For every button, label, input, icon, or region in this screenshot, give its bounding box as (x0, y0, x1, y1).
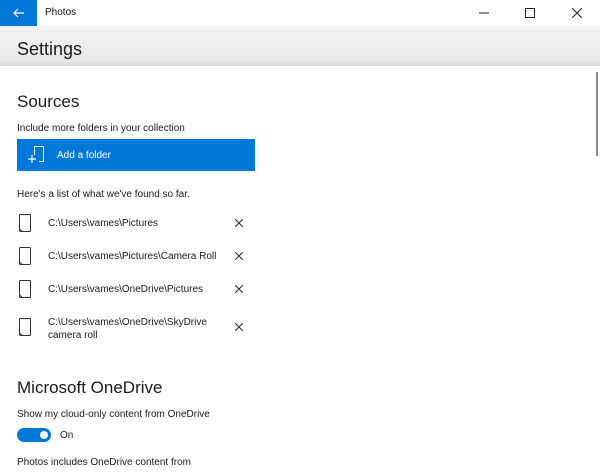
folder-item: C:\Users\vames\OneDrive\SkyDrive camera … (17, 315, 257, 345)
add-folder-label: Add a folder (57, 150, 111, 161)
page-title: Settings (17, 39, 83, 59)
arrow-left-icon (12, 8, 24, 18)
remove-folder-button[interactable] (233, 283, 245, 295)
onedrive-includes-text: Photos includes OneDrive content from (17, 457, 191, 468)
folder-icon (19, 247, 31, 265)
found-list-text: Here's a list of what we've found so far… (17, 189, 190, 200)
onedrive-heading: Microsoft OneDrive (17, 378, 163, 397)
scrollbar-thumb[interactable] (596, 72, 598, 156)
close-button[interactable] (554, 0, 600, 26)
folder-item: C:\Users\vames\Pictures (17, 212, 257, 234)
folder-icon (19, 280, 31, 298)
close-icon (235, 285, 243, 293)
maximize-icon (525, 8, 535, 18)
folder-icon (19, 318, 31, 336)
include-folders-text: Include more folders in your collection (17, 123, 185, 134)
folder-path: C:\Users\vames\OneDrive\Pictures (48, 284, 204, 295)
back-button[interactable] (0, 0, 37, 26)
remove-folder-button[interactable] (233, 250, 245, 262)
add-folder-button[interactable]: Add a folder (17, 139, 255, 171)
maximize-button[interactable] (507, 0, 553, 26)
toggle-knob (40, 431, 48, 439)
cloud-content-label: Show my cloud-only content from OneDrive (17, 409, 210, 420)
page-header: Settings (0, 26, 600, 66)
close-icon (235, 323, 243, 331)
title-bar: Photos (0, 0, 600, 26)
folder-item: C:\Users\vames\Pictures\Camera Roll (17, 245, 257, 267)
vertical-scrollbar[interactable] (594, 66, 600, 474)
toggle-state-label: On (60, 430, 74, 441)
cloud-content-toggle[interactable] (17, 428, 51, 442)
remove-folder-button[interactable] (233, 217, 245, 229)
close-icon (235, 252, 243, 260)
folder-item: C:\Users\vames\OneDrive\Pictures (17, 278, 257, 300)
close-icon (572, 8, 582, 18)
folder-icon (19, 214, 31, 232)
remove-folder-button[interactable] (233, 321, 245, 333)
close-icon (235, 219, 243, 227)
add-folder-icon (28, 146, 44, 163)
minimize-icon (479, 12, 489, 14)
folder-path: C:\Users\vames\Pictures (48, 218, 159, 229)
sources-heading: Sources (17, 92, 80, 111)
minimize-button[interactable] (461, 0, 507, 26)
folder-path: C:\Users\vames\OneDrive\SkyDrive camera … (48, 317, 207, 341)
folder-path: C:\Users\vames\Pictures\Camera Roll (48, 251, 217, 262)
app-title: Photos (45, 7, 77, 18)
